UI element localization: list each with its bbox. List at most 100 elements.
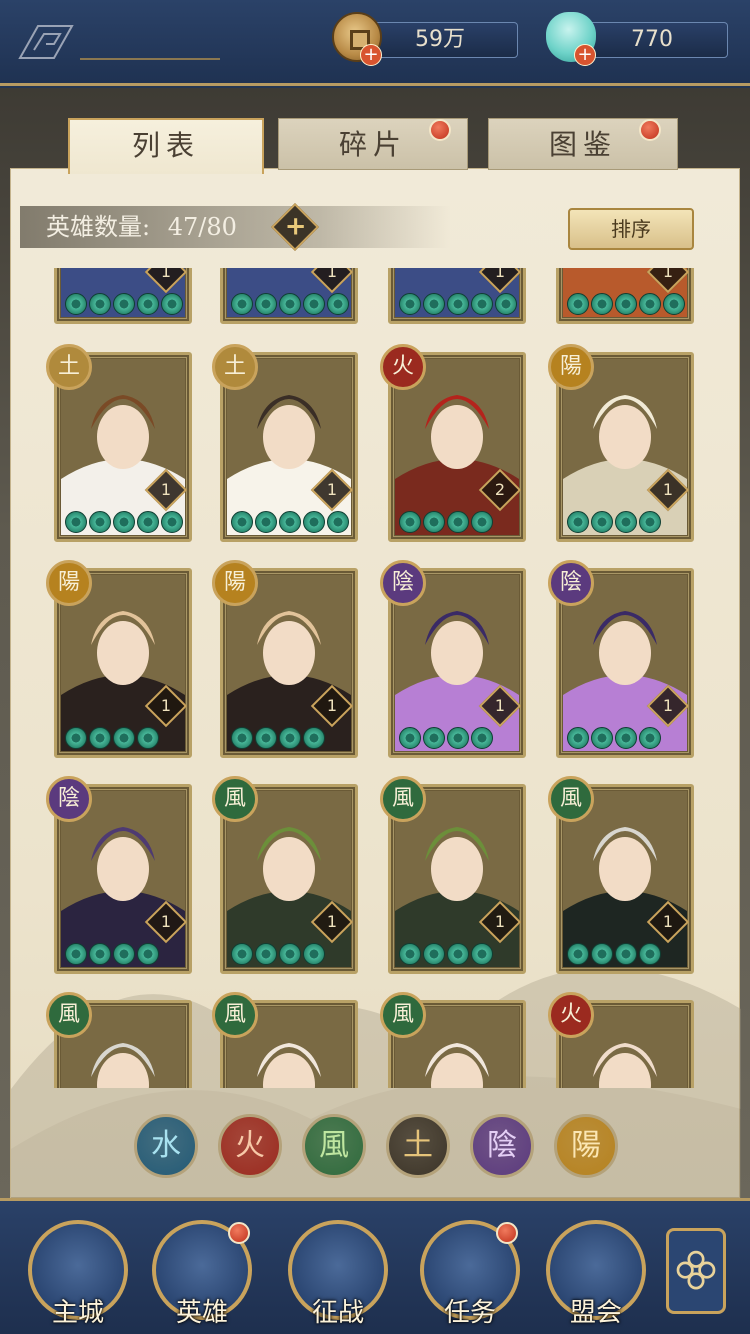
notification-dot xyxy=(429,119,451,141)
jade-star-icon xyxy=(471,727,493,749)
jade-star-icon xyxy=(423,293,445,315)
hero-level: 1 xyxy=(160,696,172,715)
element-badge-fire: 火 xyxy=(380,344,426,390)
jade-star-icon xyxy=(399,511,421,533)
jade-star-icon xyxy=(279,293,301,315)
jade-star-icon xyxy=(255,727,277,749)
jade-star-icon xyxy=(255,943,277,965)
hero-grid: 11111土1土2火1陽1陽1陽1陰1陰1陰1風1風1風風風風火 xyxy=(40,268,720,1088)
hero-card[interactable]: 1 xyxy=(54,268,192,324)
element-badge-wind: 風 xyxy=(46,992,92,1038)
jade-star-icon xyxy=(65,727,87,749)
jade-star-icon xyxy=(137,727,159,749)
filter-fire[interactable]: 火 xyxy=(218,1114,282,1178)
hero-level: 1 xyxy=(494,912,506,931)
jade-star-icon xyxy=(471,511,493,533)
tab-codex-label: 图鉴 xyxy=(548,128,617,161)
menu-pattern-icon[interactable] xyxy=(18,24,74,60)
jade-star-icon xyxy=(89,293,111,315)
hero-star-row xyxy=(399,727,493,749)
jade-star-icon xyxy=(447,943,469,965)
nav-label: 征战 xyxy=(311,1298,364,1328)
jade-star-icon xyxy=(231,511,253,533)
hero-star-row xyxy=(399,943,493,965)
element-badge-yin: 陰 xyxy=(548,560,594,606)
jade-star-icon xyxy=(113,511,135,533)
hero-card[interactable]: 1 xyxy=(388,268,526,324)
filter-wind[interactable]: 風 xyxy=(302,1114,366,1178)
jade-star-icon xyxy=(591,293,613,315)
add-coin-icon[interactable]: + xyxy=(360,44,382,66)
hero-star-row xyxy=(231,943,325,965)
hero-star-row xyxy=(567,727,661,749)
nav-scroll[interactable]: 任务 xyxy=(420,1220,520,1330)
jade-star-icon xyxy=(231,293,253,315)
hero-level: 1 xyxy=(160,912,172,931)
sort-button[interactable]: 排序 xyxy=(568,208,694,250)
nav-pavilion[interactable]: 盟会 xyxy=(546,1220,646,1330)
add-jade-icon[interactable]: + xyxy=(574,44,596,66)
top-divider xyxy=(80,58,220,60)
jade-star-icon xyxy=(423,943,445,965)
jade-star-icon xyxy=(65,293,87,315)
hero-count-label: 英雄数量: xyxy=(46,213,151,241)
element-badge-yang: 陽 xyxy=(46,560,92,606)
filter-water[interactable]: 水 xyxy=(134,1114,198,1178)
jade-star-icon xyxy=(663,293,685,315)
hero-star-row xyxy=(399,293,517,315)
jade-star-icon xyxy=(615,293,637,315)
jade-star-icon xyxy=(447,293,469,315)
element-badge-wind: 風 xyxy=(380,776,426,822)
nav-hero[interactable]: 英雄 xyxy=(152,1220,252,1330)
plus-icon: + xyxy=(284,211,307,242)
jade-star-icon xyxy=(113,943,135,965)
nav-label: 盟会 xyxy=(569,1298,622,1328)
jade-star-icon xyxy=(89,943,111,965)
nav-label: 英雄 xyxy=(175,1298,228,1328)
top-bar: 59万 + 770 + xyxy=(0,0,750,86)
hero-level: 1 xyxy=(662,480,674,499)
nav-palace[interactable]: 主城 xyxy=(28,1220,128,1330)
element-badge-yang: 陽 xyxy=(212,560,258,606)
hero-level: 1 xyxy=(160,480,172,499)
jade-star-icon xyxy=(447,511,469,533)
jade-star-icon xyxy=(327,511,349,533)
hero-level: 2 xyxy=(494,480,506,499)
hero-count-banner: 英雄数量: 47/80 xyxy=(20,206,450,248)
jade-star-icon xyxy=(615,943,637,965)
tab-list[interactable]: 列表 xyxy=(68,118,264,174)
hero-star-row xyxy=(65,511,183,533)
jade-star-icon xyxy=(303,293,325,315)
jade-star-icon xyxy=(447,727,469,749)
jade-star-icon xyxy=(639,727,661,749)
tab-codex[interactable]: 图鉴 xyxy=(488,118,678,170)
filter-yin[interactable]: 陰 xyxy=(470,1114,534,1178)
element-badge-wind: 風 xyxy=(380,992,426,1038)
jade-star-icon xyxy=(591,943,613,965)
filter-yang[interactable]: 陽 xyxy=(554,1114,618,1178)
more-menu-button[interactable] xyxy=(666,1228,726,1314)
filter-earth[interactable]: 土 xyxy=(386,1114,450,1178)
hero-star-row xyxy=(399,511,493,533)
nav-conquest[interactable]: 征战 xyxy=(288,1220,388,1330)
jade-star-icon xyxy=(137,293,159,315)
tab-fragments[interactable]: 碎片 xyxy=(278,118,468,170)
notification-dot xyxy=(228,1222,250,1244)
element-badge-wind: 風 xyxy=(212,776,258,822)
hero-level: 1 xyxy=(494,268,506,281)
hero-level: 1 xyxy=(662,912,674,931)
hero-star-row xyxy=(65,727,159,749)
coin-value: 59万 xyxy=(362,22,518,58)
hero-card[interactable]: 1 xyxy=(220,268,358,324)
element-badge-wind: 風 xyxy=(548,776,594,822)
jade-currency[interactable]: 770 + xyxy=(546,12,736,66)
hero-star-row xyxy=(231,727,325,749)
flower-icon xyxy=(676,1250,716,1290)
jade-star-icon xyxy=(279,511,301,533)
hero-card[interactable]: 1 xyxy=(556,268,694,324)
coin-currency[interactable]: 59万 + xyxy=(332,12,522,66)
jade-star-icon xyxy=(65,511,87,533)
jade-star-icon xyxy=(161,293,183,315)
hero-star-row xyxy=(567,511,661,533)
hero-star-row xyxy=(567,293,685,315)
